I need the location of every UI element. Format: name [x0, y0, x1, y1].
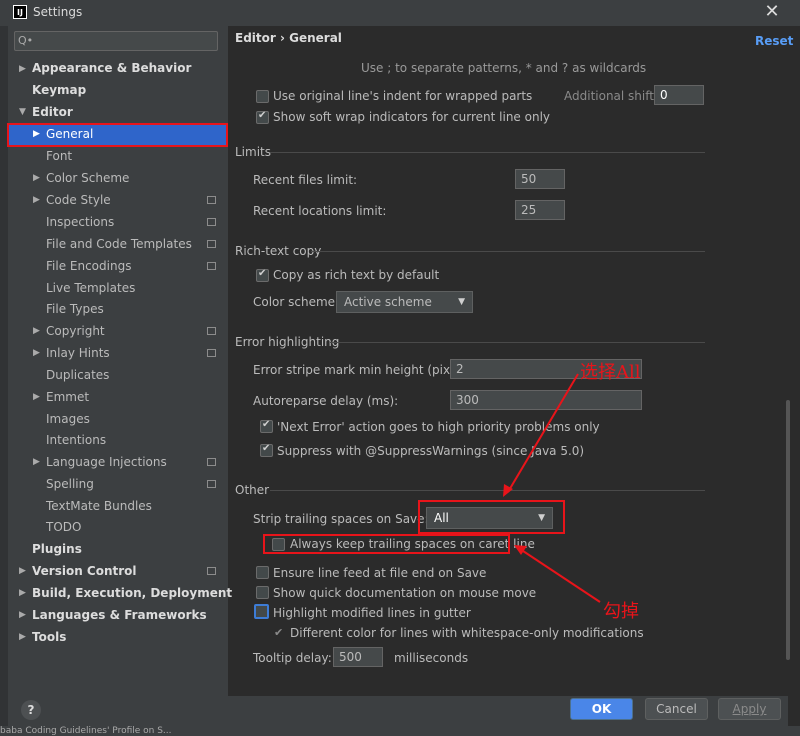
status-text: baba Coding Guidelines' Profile on S...: [0, 726, 172, 736]
apply-button[interactable]: Apply: [718, 698, 781, 720]
help-button[interactable]: ?: [21, 700, 41, 720]
status-bar: baba Coding Guidelines' Profile on S...: [0, 726, 800, 736]
annotation-arrows: [503, 373, 601, 603]
cancel-button[interactable]: Cancel: [645, 698, 708, 720]
ok-button[interactable]: OK: [570, 698, 633, 720]
arrow-to-checkbox: [519, 548, 601, 603]
scrollbar[interactable]: [786, 400, 790, 660]
arrow-to-dropdown: [507, 373, 579, 493]
